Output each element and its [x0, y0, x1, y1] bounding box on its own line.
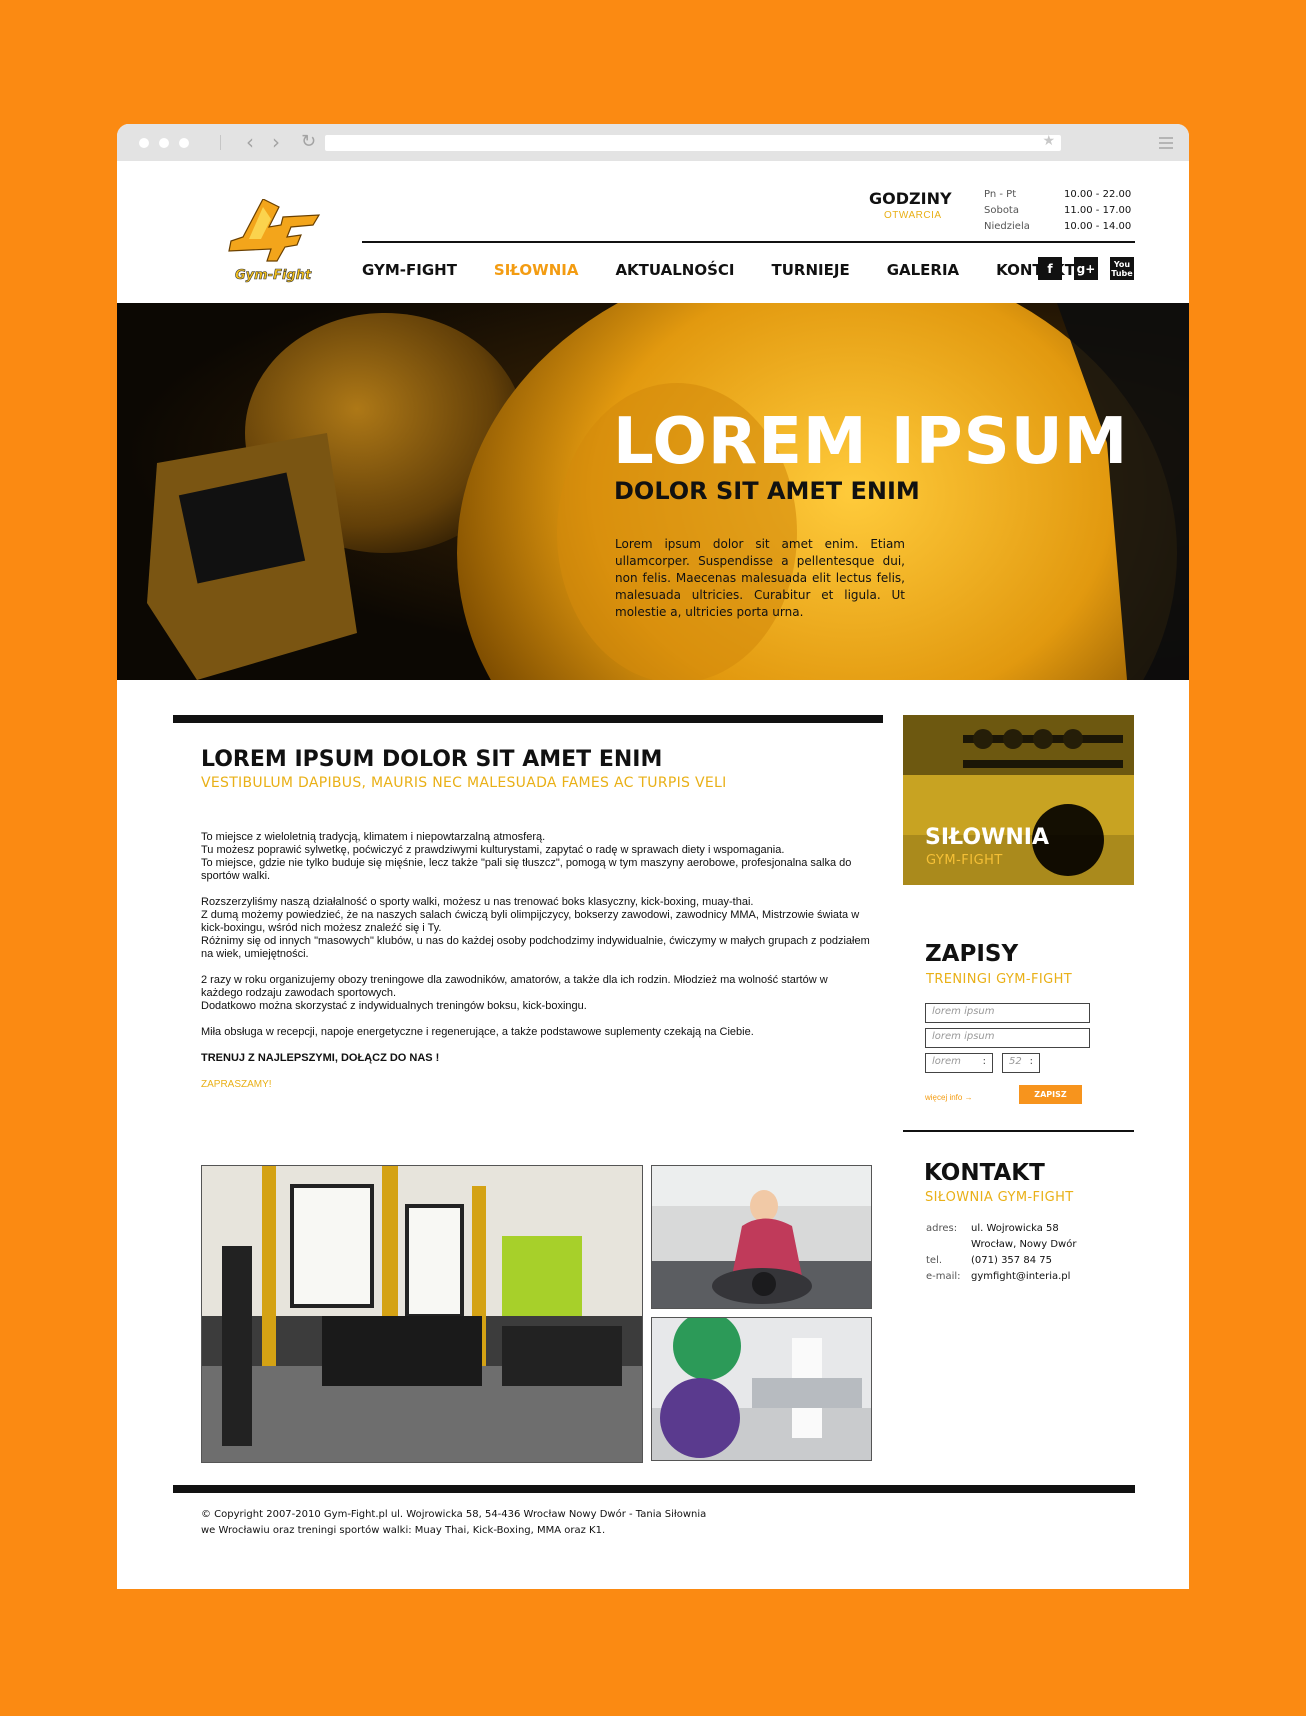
hours-row: Sobota 11.00 - 17.00 [984, 203, 1131, 219]
promo-title: SIŁOWNIA [925, 825, 1049, 850]
select-value: 52 [1009, 1056, 1022, 1067]
promo-subtitle: GYM-FIGHT [926, 853, 1003, 868]
phone-label: tel. [926, 1255, 943, 1266]
hero-text: Lorem ipsum dolor sit amet enim. Etiam u… [615, 537, 905, 619]
paragraph: Rozszerzyliśmy naszą działalność o sport… [201, 896, 870, 960]
window-dot[interactable] [179, 138, 189, 148]
browser-window: ‹ › ↻ ★ Gym-Fight GODZINY OTWARCIA Pn - … [117, 124, 1189, 1589]
footer-copyright: © Copyright 2007-2010 Gym-Fight.pl ul. W… [201, 1507, 706, 1539]
signup-name-input[interactable]: lorem ipsum [925, 1003, 1090, 1023]
nav-item-gym-fight[interactable]: GYM-FIGHT [362, 261, 457, 279]
address-line-2: Wrocław, Nowy Dwór [971, 1239, 1077, 1250]
hours-row: Pn - Pt 10.00 - 22.00 [984, 187, 1131, 203]
browser-toolbar: ‹ › ↻ ★ [117, 124, 1189, 161]
footer-divider [173, 1485, 1135, 1493]
content-divider [173, 715, 883, 723]
hours-day: Niedziela [984, 221, 1030, 232]
browser-menu-icon[interactable] [1159, 137, 1173, 152]
article-body: To miejsce z wieloletnią tradycją, klima… [201, 831, 871, 1104]
signup-email-input[interactable]: lorem ipsum [925, 1028, 1090, 1048]
section-subtitle: VESTIBULUM DAPIBUS, MAURIS NEC MALESUADA… [201, 775, 727, 791]
hours-day: Pn - Pt [984, 189, 1017, 200]
window-dot[interactable] [159, 138, 169, 148]
toolbar-divider [220, 135, 221, 150]
hours-day: Sobota [984, 205, 1019, 216]
hours-subtitle: OTWARCIA [884, 210, 942, 221]
contact-details: adres: ul. Wojrowicka 58 Wrocław, Nowy Dw… [926, 1221, 1076, 1285]
logo-text: Gym-Fight [235, 268, 312, 283]
main-nav: GYM-FIGHT SIŁOWNIA AKTUALNOŚCI TURNIEJE … [362, 261, 1112, 279]
hours-time: 11.00 - 17.00 [1064, 205, 1132, 216]
cta-accent: ZAPRASZAMY! [201, 1079, 272, 1090]
gallery-photo-fitness-balls[interactable] [651, 1317, 872, 1461]
contact-subtitle: SIŁOWNIA GYM-FIGHT [925, 1190, 1074, 1205]
window-dot[interactable] [139, 138, 149, 148]
facebook-icon[interactable]: f [1038, 257, 1062, 280]
address-line-1: ul. Wojrowicka 58 [971, 1223, 1059, 1234]
sidebar-divider [903, 1130, 1134, 1132]
footer-line: © Copyright 2007-2010 Gym-Fight.pl ul. W… [201, 1509, 707, 1520]
nav-item-aktualnosci[interactable]: AKTUALNOŚCI [615, 261, 734, 279]
youtube-icon[interactable]: You Tube [1110, 257, 1134, 280]
nav-item-silownia[interactable]: SIŁOWNIA [494, 261, 579, 279]
address-label: adres: [926, 1223, 958, 1234]
paragraph: To miejsce z wieloletnią tradycją, klima… [201, 831, 852, 882]
gym-fight-logo[interactable]: Gym-Fight [221, 199, 321, 287]
signup-title: ZAPISY [925, 941, 1019, 967]
hero-subtitle: DOLOR SIT AMET ENIM [614, 477, 920, 505]
page: Gym-Fight GODZINY OTWARCIA Pn - Pt 10.00 … [117, 161, 1189, 1589]
spinner-icon[interactable]: : [983, 1056, 986, 1067]
hours-row: Niedziela 10.00 - 14.00 [984, 219, 1131, 235]
back-icon[interactable]: ‹ [246, 131, 254, 153]
address-bar[interactable]: ★ [325, 133, 1061, 151]
hours-title: GODZINY [869, 189, 952, 208]
phone-value[interactable]: (071) 357 84 75 [971, 1253, 1052, 1269]
hero-banner: LOREM IPSUM DOLOR SIT AMET ENIM Lorem ip… [117, 303, 1189, 680]
hero-title: LOREM IPSUM [613, 405, 1129, 479]
paragraph: 2 razy w roku organizujemy obozy trening… [201, 974, 828, 1012]
signup-select-2[interactable]: 52: [1002, 1053, 1040, 1073]
nav-item-turnieje[interactable]: TURNIEJE [772, 261, 850, 279]
hours-time: 10.00 - 14.00 [1064, 221, 1132, 232]
social-links: f g+ You Tube [1038, 257, 1134, 280]
bookmark-star-icon[interactable]: ★ [1042, 133, 1055, 149]
cta-text: TRENUJ Z NAJLEPSZYMI, DOŁĄCZ DO NAS ! [201, 1052, 440, 1064]
sidebar-promo-silownia[interactable]: SIŁOWNIA GYM-FIGHT [903, 715, 1134, 885]
header-divider [362, 241, 1135, 243]
signup-select-1[interactable]: lorem: [925, 1053, 993, 1073]
email-value[interactable]: gymfight@interia.pl [971, 1269, 1070, 1285]
section-title: LOREM IPSUM DOLOR SIT AMET ENIM [201, 747, 663, 772]
email-label: e-mail: [926, 1271, 961, 1282]
more-info-link[interactable]: więcej info → [925, 1093, 973, 1102]
nav-item-galeria[interactable]: GALERIA [887, 261, 959, 279]
signup-subtitle: TRENINGI GYM-FIGHT [926, 972, 1073, 987]
paragraph: Miła obsługa w recepcji, napoje energety… [201, 1026, 754, 1038]
gallery-photo-kettlebell[interactable] [651, 1165, 872, 1309]
contact-title: KONTAKT [924, 1160, 1045, 1186]
hours-table: Pn - Pt 10.00 - 22.00 Sobota 11.00 - 17.00… [984, 187, 1131, 235]
forward-icon[interactable]: › [272, 131, 280, 153]
hours-time: 10.00 - 22.00 [1064, 189, 1132, 200]
gallery-photo-gym-interior[interactable] [201, 1165, 643, 1463]
footer-line: we Wrocławiu oraz treningi sportów walki… [201, 1525, 606, 1536]
google-plus-icon[interactable]: g+ [1074, 257, 1098, 280]
reload-icon[interactable]: ↻ [301, 131, 316, 152]
select-value: lorem [932, 1056, 961, 1067]
submit-button[interactable]: ZAPISZ [1019, 1085, 1082, 1104]
spinner-icon[interactable]: : [1030, 1056, 1033, 1067]
